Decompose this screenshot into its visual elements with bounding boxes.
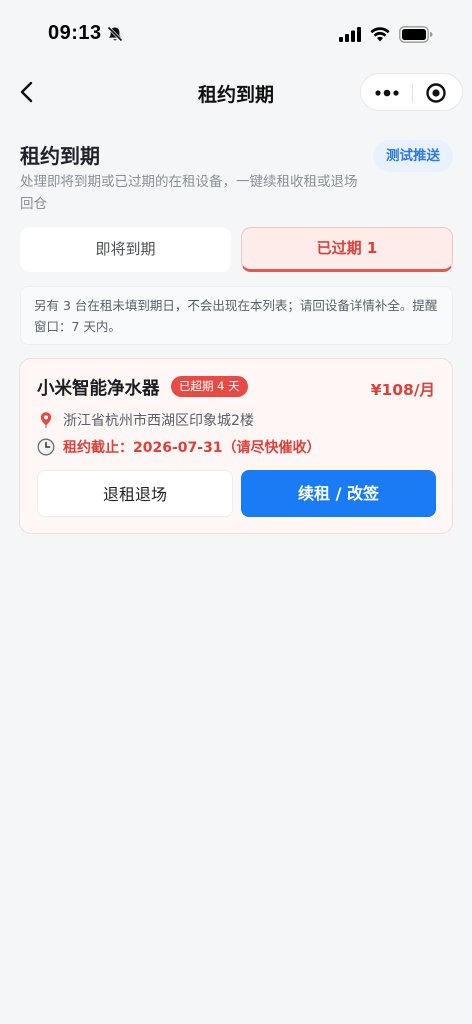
return-button[interactable]: 退租退场 xyxy=(37,470,233,517)
battery-icon xyxy=(399,26,433,43)
bell-slash-icon xyxy=(107,26,123,42)
status-time: 09:13 xyxy=(48,22,102,44)
page-title: 租约到期 xyxy=(20,144,100,168)
tab-upcoming[interactable]: 即将到期 xyxy=(20,227,231,272)
mini-program-capsule xyxy=(360,73,463,111)
tab-expired[interactable]: 已过期 1 xyxy=(241,227,453,272)
rent-price: ¥108/月 xyxy=(370,381,435,399)
lease-card[interactable]: 小米智能净水器 已超期 4 天 ¥108/月 浙江省杭州市西湖区印象城2楼 租约… xyxy=(19,358,453,534)
page-description: 处理即将到期或已过期的在租设备，一键续租收租或退场回仓 xyxy=(20,174,358,212)
more-icon[interactable] xyxy=(373,83,401,103)
status-bar: 09:13 xyxy=(0,0,472,70)
wifi-icon xyxy=(370,27,390,42)
test-push-button[interactable]: 测试推送 xyxy=(373,140,453,172)
renew-button[interactable]: 续租 / 改签 xyxy=(241,470,436,517)
notice-text: 另有 3 台在租未填到期日，不会出现在本列表；请回设备详情补全。提醒窗口：7 天… xyxy=(20,286,453,345)
overdue-badge: 已超期 4 天 xyxy=(171,376,248,397)
capsule-divider xyxy=(412,84,413,102)
nav-bar: 租约到期 xyxy=(0,70,472,114)
deadline-text: 租约截止：2026-07-31（请尽快催收） xyxy=(63,440,321,456)
device-name: 小米智能净水器 xyxy=(37,379,160,399)
clock-icon xyxy=(37,438,55,456)
target-icon[interactable] xyxy=(425,82,447,104)
signal-icon xyxy=(339,27,361,42)
location-pin-icon xyxy=(40,412,52,428)
address-text: 浙江省杭州市西湖区印象城2楼 xyxy=(63,413,254,429)
